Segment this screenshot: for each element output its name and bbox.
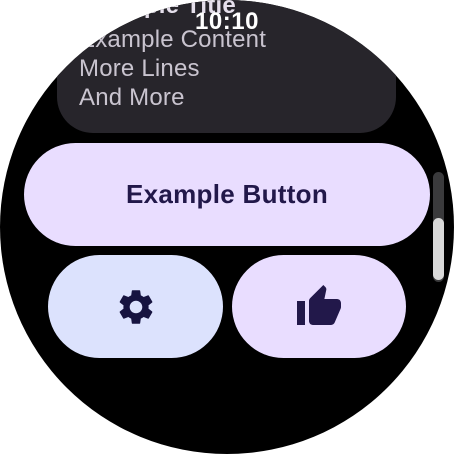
gear-icon bbox=[115, 286, 157, 328]
settings-button[interactable] bbox=[48, 255, 223, 358]
card-content-line: More Lines bbox=[79, 55, 200, 82]
scrollbar-thumb[interactable] bbox=[433, 218, 444, 280]
like-button[interactable] bbox=[232, 255, 406, 358]
time-text: 10:10 bbox=[195, 8, 259, 35]
card-content-line: And More bbox=[79, 84, 185, 111]
thumb-up-icon bbox=[295, 283, 343, 331]
example-button[interactable]: Example Button bbox=[24, 143, 430, 246]
watch-screen: Example Title Example Content More Lines… bbox=[0, 0, 454, 454]
